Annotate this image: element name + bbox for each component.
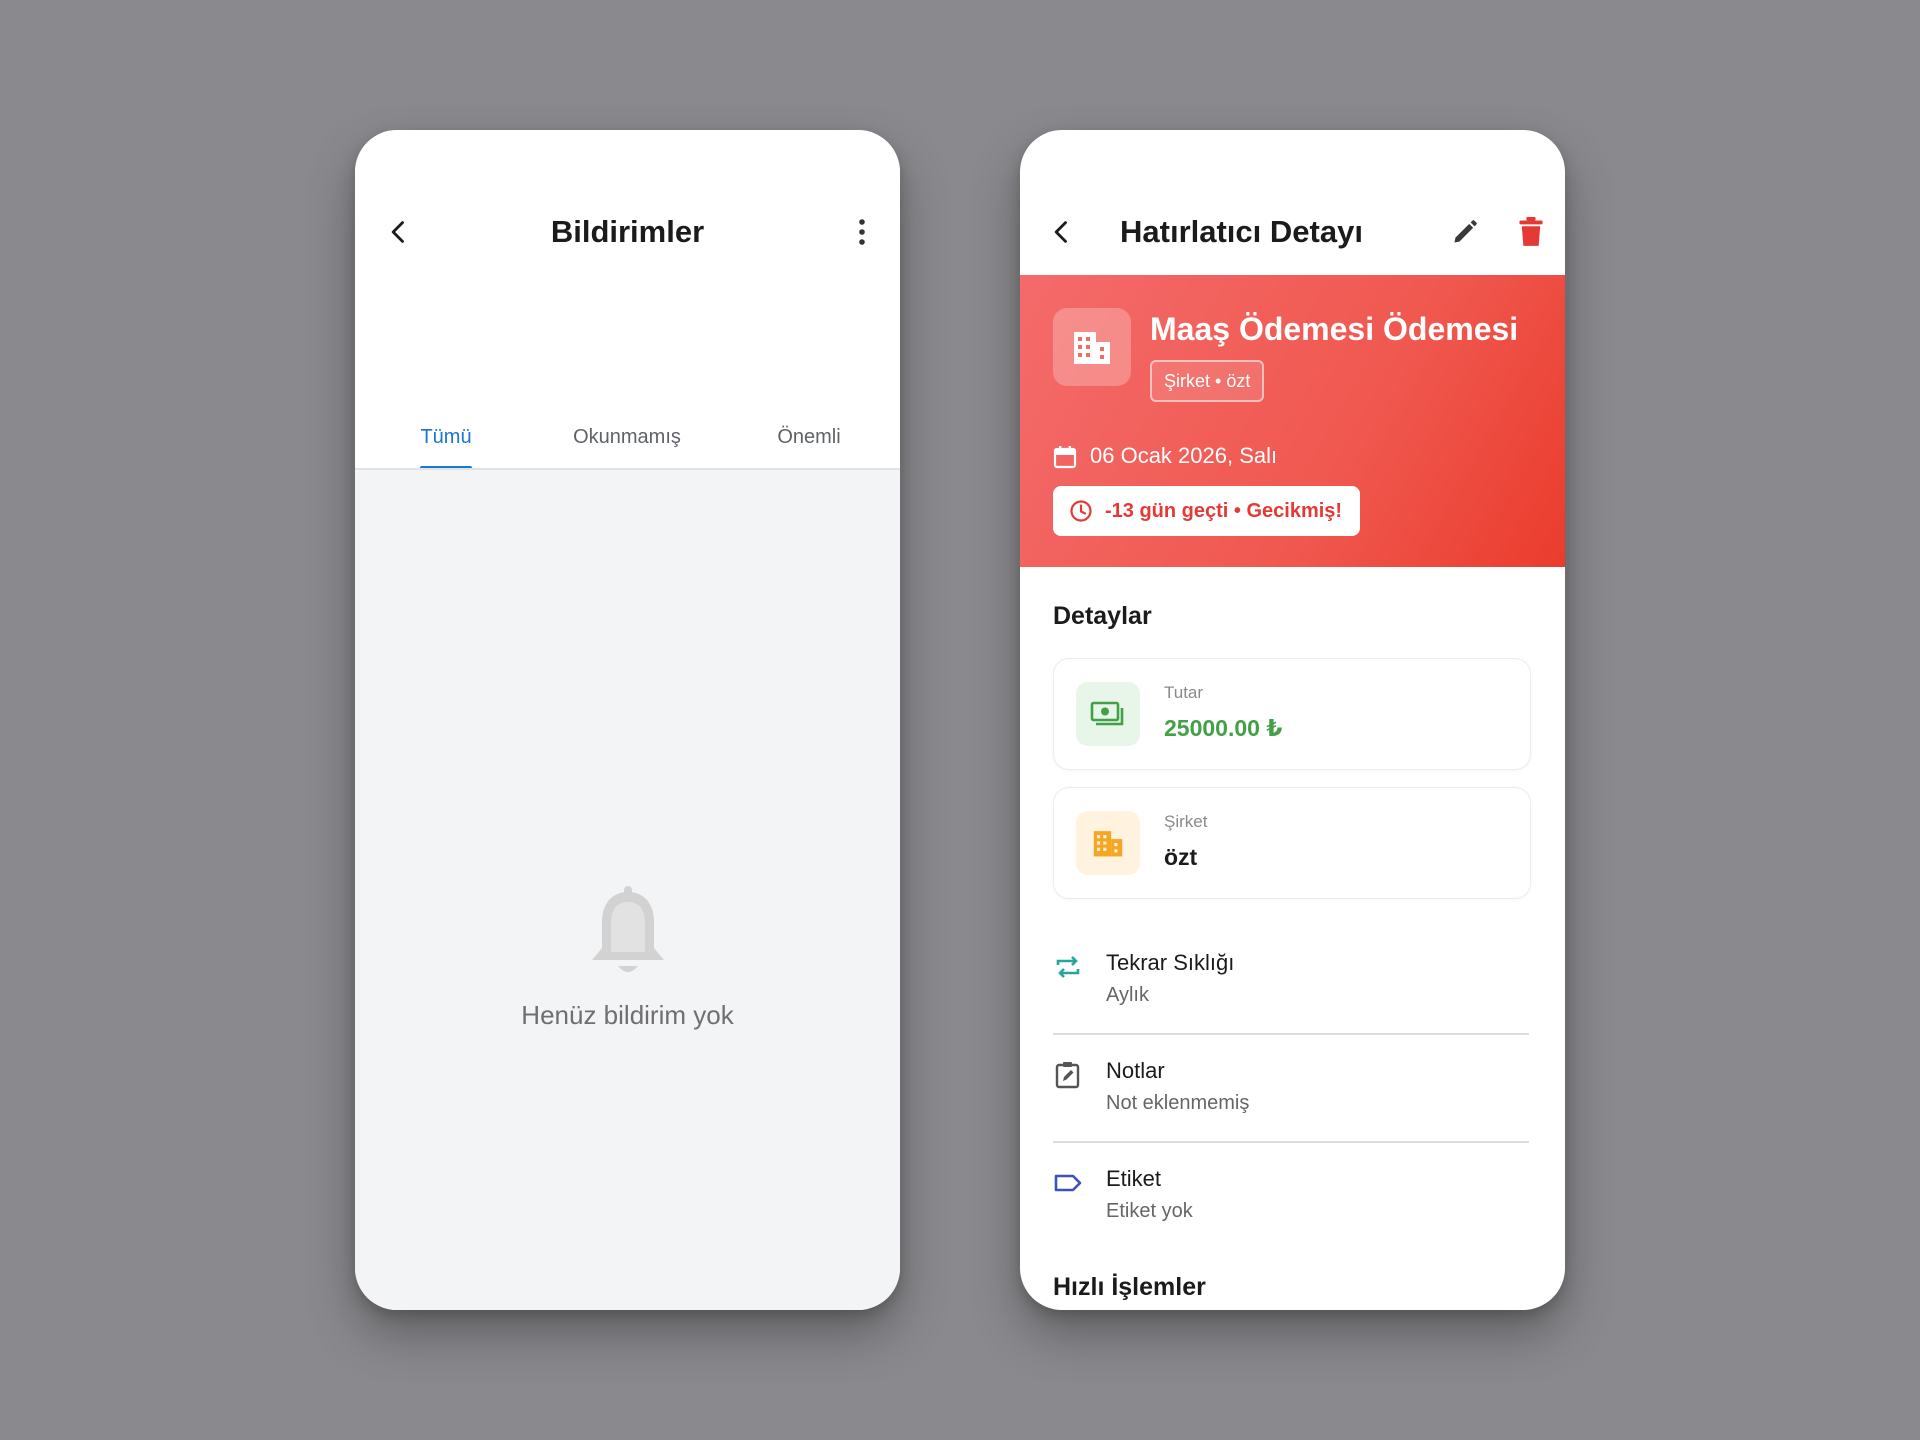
repeat-icon: [1056, 956, 1080, 978]
amount-label: Tutar: [1164, 683, 1204, 702]
amount-card: Tutar 25000.00 ₺: [1053, 658, 1531, 770]
details-section-title: Detaylar: [1053, 602, 1152, 630]
calendar-icon: [1053, 446, 1077, 469]
category-badge: Şirket • özt: [1150, 360, 1265, 402]
company-card: Şirket özt: [1053, 787, 1531, 899]
more-vert-icon: [859, 219, 865, 245]
tab-unread[interactable]: Okunmamış: [536, 404, 718, 454]
money-icon: [1090, 701, 1124, 726]
building-icon: [1093, 831, 1123, 857]
page-title: Hatırlatıcı Detayı: [1120, 214, 1363, 249]
label-icon: [1054, 1174, 1082, 1192]
company-label: Şirket: [1164, 812, 1208, 831]
notes-title: Notlar: [1106, 1058, 1165, 1083]
tab-all[interactable]: Tümü: [355, 404, 537, 454]
app-bar: [355, 130, 900, 280]
tab-bar: Tümü Okunmamış Önemli: [355, 280, 900, 470]
amount-icon-container: [1076, 682, 1140, 746]
notes-row[interactable]: Notlar Not eklenmemiş: [1053, 1046, 1529, 1136]
quick-actions-title: Hızlı İşlemler: [1053, 1273, 1206, 1301]
notifications-screen: Bildirimler Tümü Okunmamış Önemli Henüz …: [355, 130, 900, 1310]
hero-icon-container: [1053, 308, 1131, 386]
company-value: özt: [1164, 844, 1198, 870]
notes-value: Not eklenmemiş: [1106, 1092, 1250, 1114]
edit-button[interactable]: [1443, 210, 1487, 254]
overdue-status-badge: -13 gün geçti • Gecikmiş!: [1053, 486, 1361, 536]
tab-important[interactable]: Önemli: [718, 404, 900, 454]
overdue-text: -13 gün geçti • Gecikmiş!: [1105, 500, 1343, 522]
note-edit-icon: [1055, 1062, 1080, 1089]
page-title: Bildirimler: [550, 214, 705, 249]
pencil-icon: [1454, 220, 1477, 243]
repeat-frequency-row[interactable]: Tekrar Sıklığı Aylık: [1053, 938, 1529, 1028]
notifications-empty-state: Henüz bildirim yok: [355, 470, 900, 1310]
label-row[interactable]: Etiket Etiket yok: [1053, 1154, 1529, 1244]
building-icon: [1074, 332, 1110, 364]
delete-button[interactable]: [1509, 210, 1553, 254]
repeat-frequency-title: Tekrar Sıklığı: [1106, 950, 1235, 975]
clock-icon: [1070, 500, 1092, 522]
reminder-title: Maaş Ödemesi Ödemesi: [1150, 311, 1519, 347]
label-title: Etiket: [1106, 1166, 1162, 1191]
bell-icon: [591, 886, 664, 972]
more-options-button[interactable]: [840, 210, 884, 254]
trash-icon: [1519, 217, 1543, 246]
amount-value: 25000.00 ₺: [1164, 715, 1283, 741]
due-date: 06 Ocak 2026, Salı: [1090, 443, 1278, 468]
company-icon-container: [1076, 811, 1140, 875]
row-divider: [1053, 1141, 1529, 1143]
back-button[interactable]: [1040, 210, 1084, 254]
chevron-left-icon: [1054, 221, 1067, 243]
reminder-hero-card: Maaş Ödemesi Ödemesi Şirket • özt 06 Oca…: [1020, 275, 1565, 567]
row-divider: [1053, 1033, 1529, 1035]
reminder-detail-screen: Hatırlatıcı Detayı Maaş Ödemesi Ödemesi …: [1020, 130, 1565, 1310]
label-value: Etiket yok: [1106, 1200, 1193, 1222]
repeat-frequency-value: Aylık: [1106, 984, 1149, 1006]
empty-message: Henüz bildirim yok: [521, 1000, 734, 1030]
